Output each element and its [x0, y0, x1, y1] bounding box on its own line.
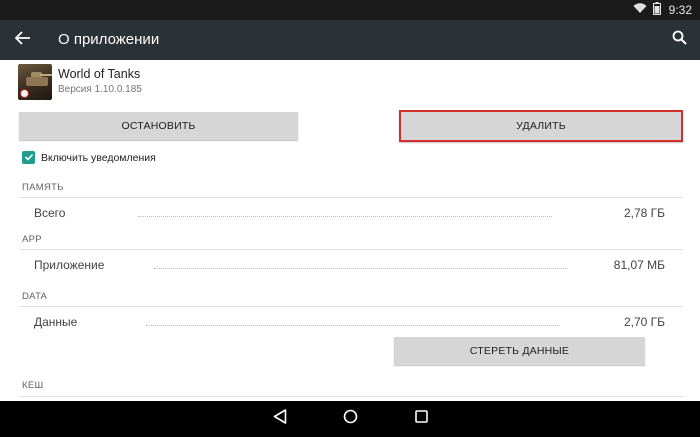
triangle-back-icon	[273, 409, 287, 429]
nav-back-button[interactable]	[270, 409, 290, 429]
divider	[19, 306, 683, 307]
dotted-leader	[154, 268, 568, 269]
navigation-bar	[0, 401, 700, 437]
arrow-left-icon	[14, 30, 31, 50]
wifi-icon	[633, 3, 647, 17]
search-button[interactable]	[668, 29, 690, 51]
section-header-memory: ПАМЯТЬ	[22, 182, 64, 193]
app-size-label: Приложение	[34, 258, 105, 272]
dotted-leader	[146, 325, 560, 326]
notifications-checkbox[interactable]	[22, 151, 35, 164]
app-icon	[18, 64, 52, 100]
circle-home-icon	[343, 409, 358, 429]
notifications-label: Включить уведомления	[41, 152, 156, 164]
section-header-cache: КЕШ	[22, 380, 44, 391]
app-version: Версия 1.10.0.185	[58, 84, 142, 95]
app-name: World of Tanks	[58, 67, 141, 81]
data-size-value: 2,70 ГБ	[623, 315, 665, 329]
delete-button[interactable]: УДАЛИТЬ	[399, 110, 683, 142]
app-size-value: 81,07 МБ	[613, 258, 665, 272]
divider	[19, 249, 683, 250]
data-size-label: Данные	[34, 315, 78, 329]
memory-total-label: Всего	[34, 206, 66, 220]
section-header-app: APP	[22, 234, 42, 245]
page-title: О приложении	[58, 31, 160, 48]
nav-home-button[interactable]	[340, 409, 360, 429]
status-time: 9:32	[668, 3, 692, 17]
battery-icon	[652, 2, 661, 18]
app-bar: О приложении	[0, 20, 700, 60]
divider	[19, 396, 683, 397]
clear-data-button[interactable]: СТЕРЕТЬ ДАННЫЕ	[394, 337, 645, 365]
stop-button[interactable]: ОСТАНОВИТЬ	[19, 112, 298, 140]
status-icons: 9:32	[633, 2, 692, 18]
dotted-leader	[138, 216, 552, 217]
divider	[19, 197, 683, 198]
nav-recent-button[interactable]	[411, 409, 431, 429]
section-header-data: DATA	[22, 291, 48, 302]
status-bar: 9:32	[0, 0, 700, 20]
search-icon	[672, 30, 687, 50]
square-recent-icon	[414, 410, 428, 428]
back-button[interactable]	[12, 29, 34, 51]
memory-total-value: 2,78 ГБ	[623, 206, 665, 220]
checkmark-icon	[24, 149, 34, 167]
